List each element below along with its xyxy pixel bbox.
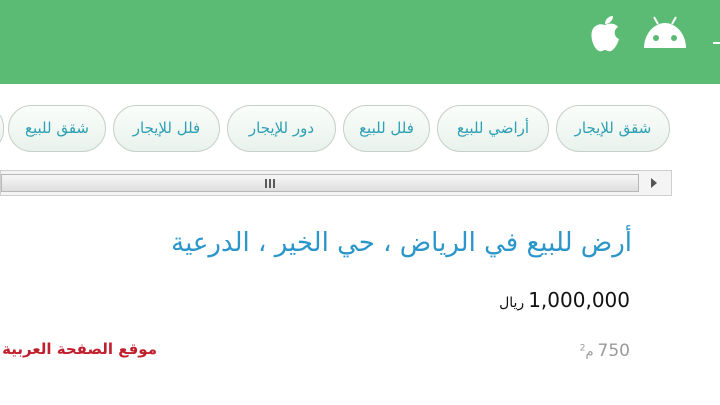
- listing-title[interactable]: أرض للبيع في الرياض ، حي الخير ، الدرعية: [171, 228, 632, 258]
- listing-area: 750م2: [580, 341, 630, 361]
- menu-icon[interactable]: [713, 42, 720, 44]
- chip-apartments-sale[interactable]: شقق للبيع: [8, 105, 106, 152]
- grip-icon: [265, 179, 275, 188]
- scrollbar-thumb[interactable]: [1, 174, 639, 192]
- scroll-right-arrow-icon[interactable]: [651, 178, 657, 188]
- listing-price: 1,000,000ريال: [499, 288, 630, 312]
- price-currency: ريال: [499, 295, 525, 311]
- chip-partial[interactable]: [0, 105, 4, 152]
- chip-villas-rent[interactable]: فلل للإيجار: [113, 105, 220, 152]
- chip-land-sale[interactable]: أراضي للبيع: [437, 105, 549, 152]
- chip-villas-sale[interactable]: فلل للبيع: [343, 105, 430, 152]
- horizontal-scrollbar[interactable]: [0, 170, 672, 196]
- chip-apartments-rent[interactable]: شقق للإيجار: [556, 105, 670, 152]
- category-chip-strip: شقق للإيجار أراضي للبيع فلل للبيع دور لل…: [0, 96, 672, 166]
- price-value: 1,000,000: [528, 288, 630, 312]
- source-link[interactable]: موقع الصفحة العربية: [2, 340, 157, 358]
- area-value: 750: [597, 341, 630, 361]
- app-header: [0, 0, 720, 84]
- area-unit: م2: [579, 343, 594, 360]
- chip-floors-rent[interactable]: دور للإيجار: [227, 105, 336, 152]
- android-icon[interactable]: [639, 14, 691, 52]
- apple-icon[interactable]: [586, 14, 624, 54]
